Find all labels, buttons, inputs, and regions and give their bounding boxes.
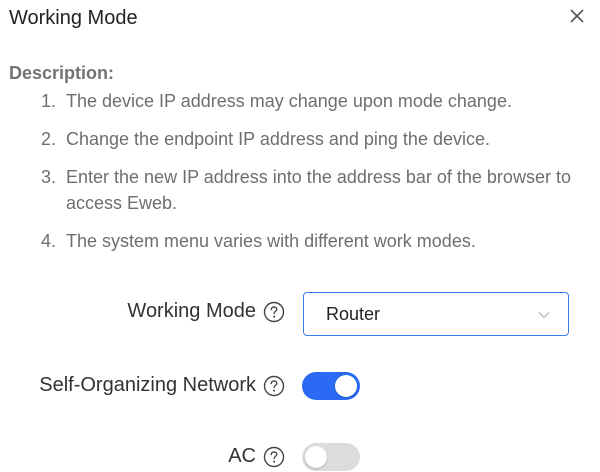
description-item-number: 2. xyxy=(41,129,57,149)
ac-label: AC xyxy=(228,445,256,467)
working-mode-select[interactable]: Router xyxy=(303,292,569,336)
description-item-text: The system menu varies with different wo… xyxy=(66,231,476,251)
self-organizing-network-row: Self-Organizing Network xyxy=(0,374,285,397)
question-circle-icon[interactable] xyxy=(263,375,285,397)
working-mode-dialog: Working Mode Description: 1. The device … xyxy=(0,0,600,472)
ac-row: AC xyxy=(0,445,285,468)
description-item-number: 3. xyxy=(41,167,57,187)
description-item: 3. Enter the new IP address into the add… xyxy=(41,164,581,216)
ac-toggle[interactable] xyxy=(302,443,360,471)
working-mode-row: Working Mode xyxy=(0,300,285,323)
question-circle-icon[interactable] xyxy=(263,446,285,468)
description-item-text: The device IP address may change upon mo… xyxy=(66,91,512,111)
close-icon[interactable] xyxy=(566,5,588,27)
self-organizing-network-toggle[interactable] xyxy=(302,372,360,400)
working-mode-label: Working Mode xyxy=(127,300,256,322)
description-item-number: 4. xyxy=(41,231,57,251)
description-item: 2. Change the endpoint IP address and pi… xyxy=(41,126,581,152)
toggle-knob xyxy=(305,446,327,468)
toggle-knob xyxy=(335,375,357,397)
description-list: 1. The device IP address may change upon… xyxy=(41,88,581,266)
description-item-text: Enter the new IP address into the addres… xyxy=(66,167,571,213)
chevron-down-icon xyxy=(536,307,552,328)
description-item-text: Change the endpoint IP address and ping … xyxy=(66,129,490,149)
self-organizing-network-label: Self-Organizing Network xyxy=(39,374,256,396)
dialog-title: Working Mode xyxy=(9,7,138,29)
working-mode-select-value: Router xyxy=(326,303,381,324)
question-circle-icon[interactable] xyxy=(263,301,285,323)
description-item-number: 1. xyxy=(41,91,57,111)
description-heading: Description: xyxy=(9,63,115,83)
description-item: 4. The system menu varies with different… xyxy=(41,228,581,254)
description-item: 1. The device IP address may change upon… xyxy=(41,88,581,114)
